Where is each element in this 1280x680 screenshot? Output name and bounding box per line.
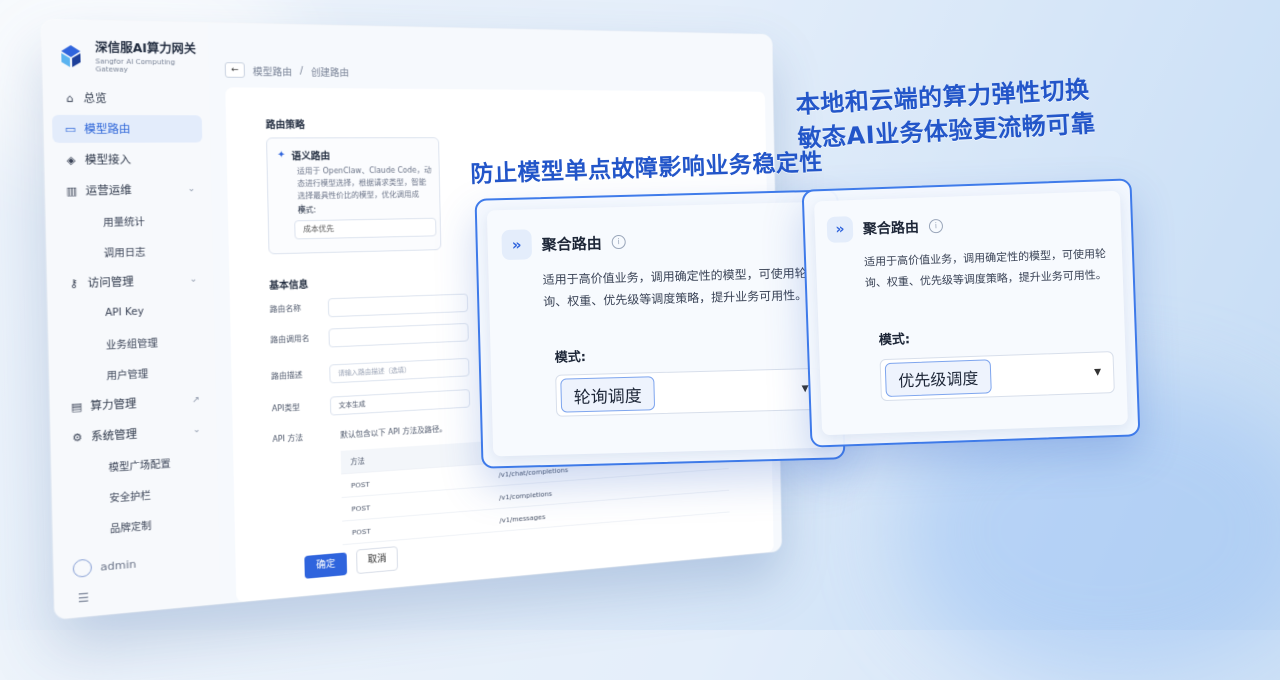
sidebar-item-access-mgmt[interactable]: ⚷ 访问管理 ⌄	[55, 266, 205, 298]
strategy-mode-label: 模式:	[297, 205, 317, 215]
aggregate-route-card-right[interactable]: » 聚合路由 i 适用于高价值业务，调用确定性的模型，可使用轮询、权重、优先级等…	[801, 178, 1141, 448]
sidebar-nav: ⌂ 总览 ▭ 模型路由 ◈ 模型接入 ▥ 运营运维 ⌄ 用量统计 调用日志 ⚷ 访问管理 ⌄ …	[51, 84, 211, 548]
external-link-icon: ↗	[192, 395, 200, 406]
breadcrumb-parent[interactable]: 模型路由	[253, 63, 293, 78]
sidebar-item-usage-stats[interactable]: 用量统计	[54, 206, 204, 236]
field-label-route-name: 路由名称	[269, 304, 302, 314]
api-method-hint: 默认包含以下 API 方法及路径。	[340, 424, 447, 440]
info-icon[interactable]: i	[928, 218, 944, 234]
table-cell-method: POST	[351, 526, 371, 537]
user-menu[interactable]: admin	[72, 555, 137, 578]
sidebar-item-model-access[interactable]: ◈ 模型接入	[53, 145, 203, 173]
sidebar-item-api-key[interactable]: API Key	[56, 296, 206, 329]
table-cell-path: /v1/messages	[499, 512, 546, 525]
mode-select[interactable]: 轮询调度 ▼	[555, 367, 823, 417]
route-icon: ▭	[64, 122, 77, 136]
info-icon[interactable]: i	[611, 234, 626, 250]
route-name-input[interactable]	[327, 293, 469, 318]
app-title: 深信服AI算力网关	[94, 40, 197, 56]
mode-label: 模式:	[878, 332, 911, 349]
sidebar-item-label: 访问管理	[87, 275, 134, 290]
card-header: » 聚合路由 i	[501, 227, 626, 261]
gear-icon: ⚙	[71, 430, 83, 445]
breadcrumb-separator: /	[299, 65, 304, 77]
sidebar-item-users[interactable]: 用户管理	[58, 356, 208, 391]
mode-select-value: 轮询调度	[560, 376, 656, 413]
strategy-card-header: ✦ 语义路由	[277, 148, 330, 163]
strategy-section-title: 路由策略	[265, 120, 305, 131]
mode-select-value: 优先级调度	[884, 359, 992, 398]
aggregate-route-card-left[interactable]: » 聚合路由 i 适用于高价值业务，调用确定性的模型，可使用轮询、权重、优先级等…	[474, 189, 846, 469]
avatar	[72, 558, 93, 578]
sidebar-item-call-logs[interactable]: 调用日志	[55, 236, 205, 267]
key-icon: ⚷	[69, 276, 79, 290]
sidebar-item-label: 总览	[83, 92, 107, 106]
collapse-sidebar-icon[interactable]: ☰	[78, 590, 90, 605]
sidebar-item-label: 模型接入	[84, 153, 132, 167]
route-desc-input[interactable]: 请输入路由描述（选填）	[329, 357, 470, 384]
breadcrumb: ← 模型路由 / 创建路由	[224, 62, 350, 79]
chevron-down-icon: ⌄	[192, 425, 201, 436]
card-title: 聚合路由	[541, 233, 602, 254]
sidebar-item-overview[interactable]: ⌂ 总览	[51, 84, 201, 112]
logo-icon	[57, 42, 85, 68]
strategy-card-semantic[interactable]: ✦ 语义路由 适用于 OpenClaw、Claude Code，动态进行模型选择，…	[266, 137, 442, 255]
mode-label: 模式:	[554, 349, 587, 366]
field-label-route-desc: 路由描述	[271, 370, 303, 381]
semantic-route-icon: ✦	[277, 149, 286, 161]
breadcrumb-current: 创建路由	[310, 67, 350, 79]
table-cell-path: /v1/completions	[498, 489, 553, 502]
sidebar-item-label: 算力管理	[90, 397, 137, 413]
field-label-api-method: API 方法	[272, 433, 304, 444]
sidebar-item-label: 系统管理	[90, 427, 138, 444]
api-type-select[interactable]: 文本生成	[329, 389, 471, 416]
confirm-button[interactable]: 确定	[304, 552, 348, 579]
sidebar-item-business-groups[interactable]: 业务组管理	[57, 326, 207, 360]
card-header: » 聚合路由 i	[826, 213, 944, 243]
strategy-card-desc: 适用于 OpenClaw、Claude Code，动态进行模型选择，根据请求类型…	[296, 165, 432, 213]
card-desc: 适用于高价值业务，调用确定性的模型，可使用轮询、权重、优先级等调度策略，提升业务…	[542, 266, 808, 310]
chart-icon: ▥	[66, 184, 78, 198]
sidebar-item-operations[interactable]: ▥ 运营运维 ⌄	[53, 175, 203, 204]
user-name: admin	[100, 557, 137, 574]
chevron-down-icon: ⌄	[187, 184, 196, 195]
double-chevron-right-icon: »	[826, 216, 854, 243]
back-button[interactable]: ←	[224, 62, 245, 78]
strategy-card-name: 语义路由	[291, 151, 331, 163]
sidebar-item-model-routing[interactable]: ▭ 模型路由	[51, 114, 203, 143]
card-title: 聚合路由	[862, 219, 920, 238]
cancel-button[interactable]: 取消	[356, 546, 399, 575]
card-desc: 适用于高价值业务，调用确定性的模型，可使用轮询、权重、优先级等调度策略，提升业务…	[863, 247, 1107, 290]
basic-section-title: 基本信息	[269, 280, 309, 292]
sidebar: 深信服AI算力网关 Sangfor AI Computing Gateway ⌂…	[41, 19, 221, 620]
caret-down-icon: ▼	[1094, 367, 1102, 378]
sidebar-item-label: 模型路由	[84, 122, 131, 136]
cube-icon: ◈	[66, 153, 76, 167]
field-label-route-call-name: 路由调用名	[270, 334, 310, 345]
card-inner: » 聚合路由 i 适用于高价值业务，调用确定性的模型，可使用轮询、权重、优先级等…	[486, 201, 834, 457]
double-chevron-right-icon: »	[501, 229, 533, 261]
field-label-api-type: API类型	[271, 403, 300, 414]
brand: 深信服AI算力网关 Sangfor AI Computing Gateway	[57, 38, 209, 75]
sidebar-item-label: 运营运维	[85, 184, 132, 198]
chevron-down-icon: ⌄	[189, 274, 198, 285]
card-inner: » 聚合路由 i 适用于高价值业务，调用确定性的模型，可使用轮询、权重、优先级等…	[814, 190, 1128, 436]
mode-select[interactable]: 优先级调度 ▼	[879, 351, 1115, 402]
strategy-mode-select[interactable]: 成本优先	[294, 217, 437, 240]
home-icon: ⌂	[65, 91, 74, 105]
server-icon: ▤	[70, 399, 83, 414]
route-call-name-input[interactable]	[328, 322, 469, 348]
sidebar-item-compute-mgmt[interactable]: ▤ 算力管理 ↗	[58, 386, 208, 422]
app-subtitle: Sangfor AI Computing Gateway	[95, 57, 176, 74]
